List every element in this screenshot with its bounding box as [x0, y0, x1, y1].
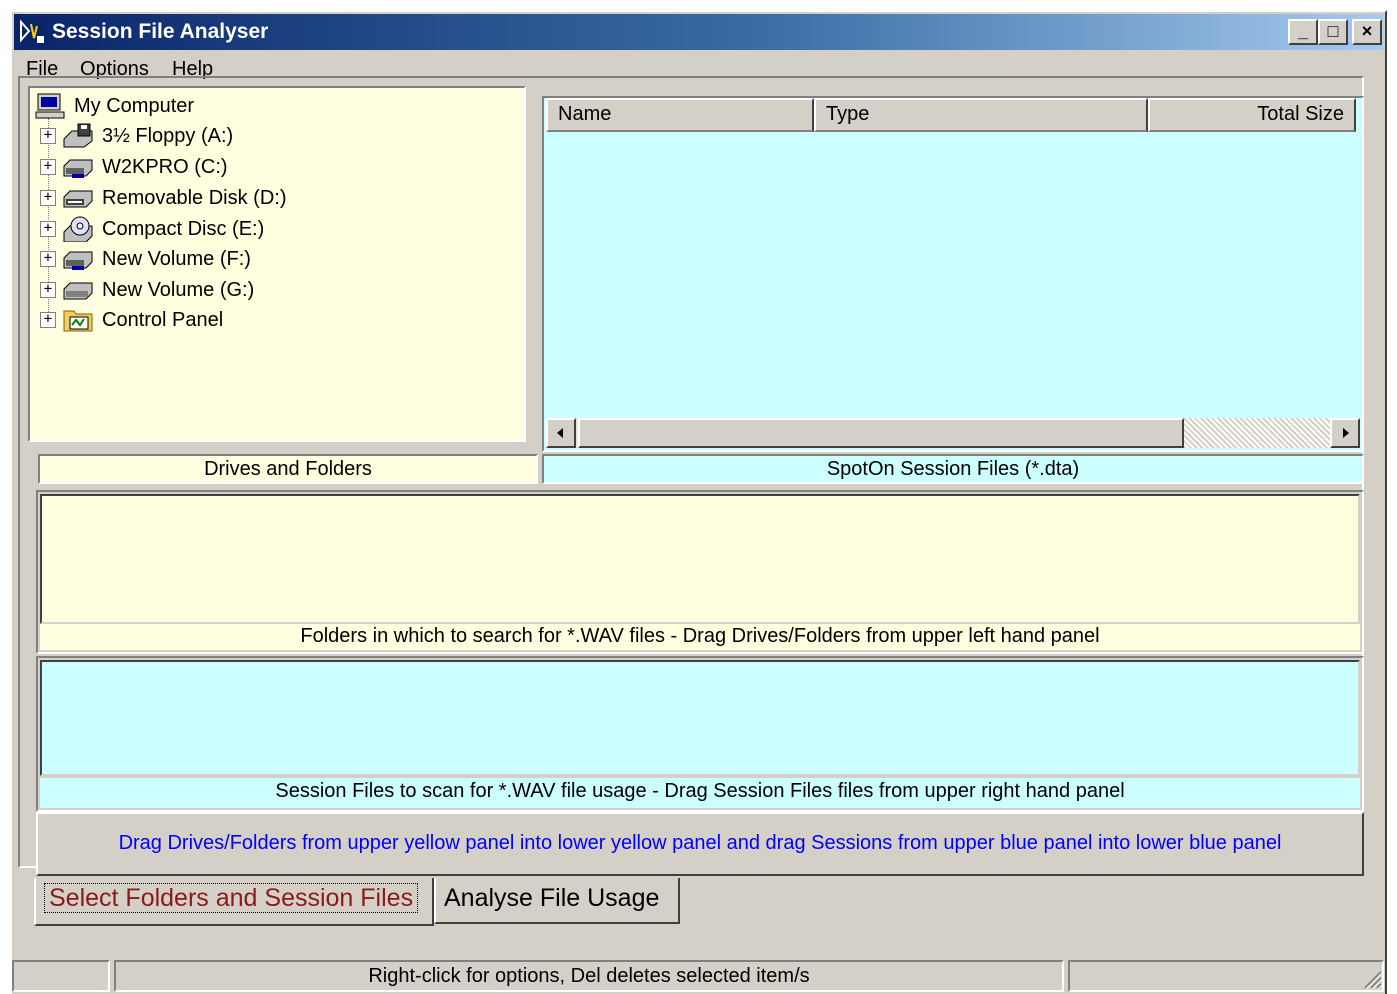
- sessions-caption: Session Files to scan for *.WAV file usa…: [40, 778, 1360, 808]
- session-file-list[interactable]: Name Type Total Size: [542, 96, 1364, 452]
- tree-label: W2KPRO (C:): [102, 155, 228, 178]
- status-panel-3: [1068, 960, 1384, 992]
- tree-item-my-computer[interactable]: My Computer: [34, 92, 194, 120]
- minimize-button[interactable]: _: [1288, 19, 1318, 45]
- title-bar[interactable]: Session File Analyser _ □ ×: [14, 14, 1383, 50]
- cd-drive-icon: [63, 216, 93, 242]
- sessions-panel-frame: Session Files to scan for *.WAV file usa…: [36, 656, 1364, 812]
- hard-drive-icon: [63, 251, 93, 270]
- expand-icon[interactable]: +: [40, 221, 56, 237]
- instructions-text: Drag Drives/Folders from upper yellow pa…: [118, 832, 1282, 854]
- computer-icon: [35, 93, 65, 119]
- expand-icon[interactable]: +: [40, 312, 56, 328]
- window-title: Session File Analyser: [52, 20, 269, 43]
- maximize-button[interactable]: □: [1318, 19, 1348, 45]
- control-panel-icon: [63, 310, 93, 332]
- expand-icon[interactable]: +: [40, 190, 56, 206]
- drives-caption: Drives and Folders: [38, 454, 538, 484]
- tree-item-drive-d[interactable]: + Removable Disk (D:): [40, 184, 286, 212]
- tree-item-drive-e[interactable]: + Compact Disc (E:): [40, 215, 264, 243]
- tree-label: Compact Disc (E:): [102, 217, 265, 240]
- resize-grip-icon[interactable]: [1361, 968, 1383, 990]
- close-button[interactable]: ×: [1352, 19, 1382, 45]
- tree-label: 3½ Floppy (A:): [102, 124, 234, 147]
- session-files-caption: SpotOn Session Files (*.dta): [542, 454, 1364, 484]
- tree-label: New Volume (G:): [102, 278, 255, 301]
- removable-drive-icon: [63, 190, 93, 208]
- status-message: Right-click for options, Del deletes sel…: [114, 960, 1064, 992]
- tree-item-drive-f[interactable]: + New Volume (F:): [40, 245, 251, 273]
- tree-item-control-panel[interactable]: + Control Panel: [40, 306, 223, 334]
- app-icon: [18, 18, 46, 46]
- scroll-left-button[interactable]: [546, 418, 576, 448]
- expand-icon[interactable]: +: [40, 251, 56, 267]
- floppy-drive-icon: [63, 123, 93, 148]
- expand-icon[interactable]: +: [40, 128, 56, 144]
- drives-tree[interactable]: My Computer + 3½ Floppy (A:) + W2KPRO (C…: [28, 86, 526, 442]
- tree-item-drive-g[interactable]: + New Volume (G:): [40, 276, 254, 304]
- column-header-type[interactable]: Type: [814, 98, 1148, 132]
- tab-analyse-file-usage[interactable]: Analyse File Usage: [434, 878, 680, 924]
- scroll-right-button[interactable]: [1330, 418, 1360, 448]
- arrow-left-icon: [557, 428, 563, 438]
- tree-item-floppy[interactable]: + 3½ Floppy (A:): [40, 122, 233, 150]
- tree-item-drive-c[interactable]: + W2KPRO (C:): [40, 153, 228, 181]
- tree-label: Control Panel: [102, 308, 224, 331]
- tab-label: Analyse File Usage: [444, 884, 660, 912]
- hard-drive-icon: [63, 282, 93, 300]
- expand-icon[interactable]: +: [40, 159, 56, 175]
- tab-select-folders[interactable]: Select Folders and Session Files: [34, 878, 434, 926]
- column-header-name[interactable]: Name: [546, 98, 814, 132]
- status-panel-1: [12, 960, 110, 992]
- arrow-right-icon: [1343, 428, 1349, 438]
- sessions-drop-area[interactable]: [40, 660, 1360, 776]
- folders-drop-area[interactable]: [40, 494, 1360, 624]
- folders-caption: Folders in which to search for *.WAV fil…: [40, 624, 1360, 650]
- tree-label: My Computer: [74, 94, 195, 117]
- hard-drive-icon: [63, 159, 93, 178]
- column-header-total-size[interactable]: Total Size: [1148, 98, 1356, 132]
- folders-panel-frame: Folders in which to search for *.WAV fil…: [36, 490, 1364, 654]
- scroll-track[interactable]: [1184, 418, 1330, 448]
- horizontal-scrollbar[interactable]: [546, 418, 1360, 448]
- tab-label: Select Folders and Session Files: [44, 883, 419, 913]
- tree-label: New Volume (F:): [102, 247, 251, 270]
- expand-icon[interactable]: +: [40, 282, 56, 298]
- scroll-thumb[interactable]: [578, 418, 1184, 448]
- tree-label: Removable Disk (D:): [102, 186, 287, 209]
- instructions-panel: Drag Drives/Folders from upper yellow pa…: [36, 812, 1364, 876]
- status-bar: Right-click for options, Del deletes sel…: [10, 958, 1387, 994]
